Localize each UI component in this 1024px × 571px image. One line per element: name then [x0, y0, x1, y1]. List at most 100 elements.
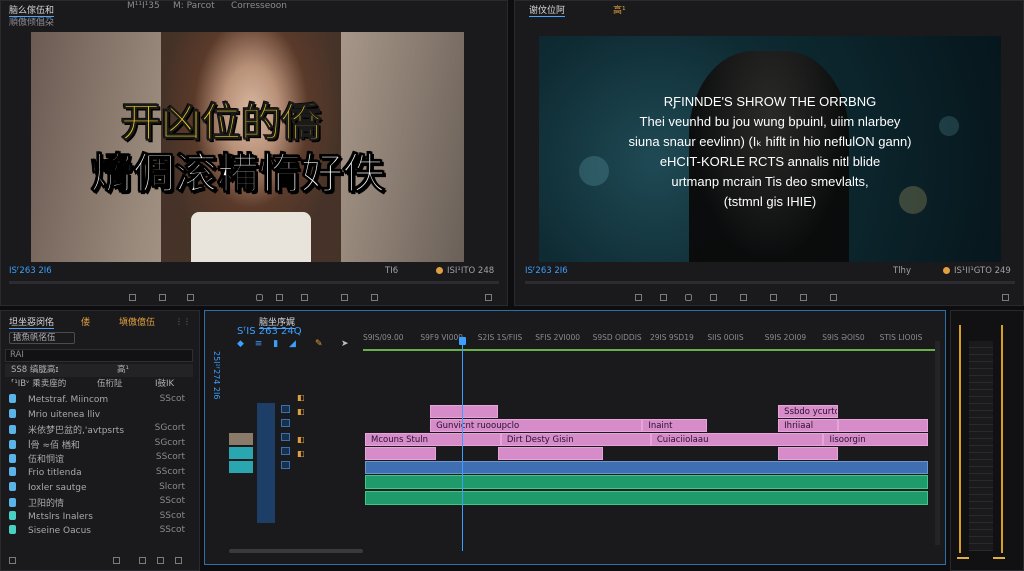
timeline-panel: 脑坐序娓 SᶠIS 263 24Q ◆ ≡ ▮ ◢ 25I²ᶠ274 2I6 ✎… [204, 310, 946, 565]
play-icon[interactable] [256, 294, 263, 301]
project-list-item[interactable]: Mrio uitenea lliv [9, 408, 195, 422]
project-folder-col: 伍桁阯 [97, 379, 123, 389]
track-eye-icon-4[interactable]: ◧ [297, 449, 305, 458]
source-tab-3[interactable]: M¹¹I¹35 [127, 1, 160, 11]
prog-play-icon[interactable] [685, 294, 692, 301]
insert-icon[interactable] [301, 294, 308, 301]
timeline-clip[interactable]: Dirt Desty Gisin [500, 433, 651, 446]
source-marker-dot [436, 267, 443, 274]
source-scrub-bar[interactable] [9, 281, 499, 284]
prog-mark-in-icon[interactable] [635, 294, 642, 301]
delete-icon[interactable] [175, 557, 182, 564]
source-tab-5[interactable]: Corresseoon [231, 1, 287, 11]
project-list-item[interactable]: 卫阳的情 SScot [9, 496, 195, 509]
wrench-icon[interactable]: ◢ [289, 339, 296, 349]
timeline-clip[interactable] [778, 447, 838, 460]
program-tab-2[interactable]: 高¹ [613, 3, 626, 16]
source-tab-2[interactable]: 順傲倾倡朶 [9, 15, 54, 28]
project-list-item[interactable]: 米依梦巴盆的,'avtpsrts SGcort [9, 423, 195, 436]
clip-type-icon [9, 408, 16, 418]
clip-type-icon [9, 525, 16, 535]
icon-view-icon[interactable] [113, 557, 120, 564]
ruler-tick-label: STIS LIO0IS [879, 333, 923, 342]
project-list-item[interactable]: Ioxler sautge Slcort [9, 481, 195, 495]
project-tab-1[interactable]: 坦坐惡闵佲 [9, 315, 55, 329]
program-scrub-bar[interactable] [525, 281, 1015, 284]
timeline-clip[interactable]: Ihriiaal [778, 419, 838, 432]
source-monitor-panel: 脑么傢伍和 順傲倾倡朶 M¹¹I¹35 M: Parcot Corresseoo… [0, 0, 508, 306]
new-bin-icon[interactable] [139, 557, 146, 564]
timeline-clip[interactable] [365, 447, 436, 460]
track-v1-lock[interactable] [281, 433, 290, 441]
razor-icon[interactable]: ✎ [315, 339, 323, 349]
project-header-col: 高¹ [117, 365, 129, 375]
mark-out-icon[interactable] [159, 294, 166, 301]
playhead[interactable] [462, 337, 463, 551]
timeline-clip[interactable] [498, 447, 603, 460]
timeline-scrollbar[interactable] [229, 549, 363, 553]
timeline-clip[interactable] [430, 405, 498, 418]
selection-icon[interactable]: ➤ [341, 339, 349, 349]
project-list-item[interactable]: Siseine Oacus SScot [9, 525, 195, 538]
settings-icon[interactable] [485, 294, 492, 301]
playhead-handle[interactable] [459, 337, 466, 345]
project-item-name: Ioxler sautge [28, 482, 87, 493]
list-view-icon[interactable] [9, 557, 16, 564]
project-list-item[interactable]: Mɛtslrs Inalers SScot [9, 510, 195, 524]
track-a1-lock[interactable] [281, 461, 290, 469]
prog-settings-icon[interactable] [1002, 294, 1009, 301]
track-eye-icon-3[interactable]: ◧ [297, 435, 305, 444]
timeline-clip[interactable]: Ssbdo ycurtoat [778, 405, 838, 418]
prog-step-forward-icon[interactable] [710, 294, 717, 301]
timeline-clip[interactable]: Iisoorgin [823, 433, 929, 446]
project-dropdown[interactable]: 搶魚帆佲伍 [9, 332, 75, 344]
overwrite-icon[interactable] [341, 294, 348, 301]
project-tab-2[interactable]: 偻 [81, 315, 90, 328]
clip-type-icon [9, 510, 16, 520]
project-list-item[interactable]: Frio titlenda SScort [9, 467, 195, 480]
new-item-icon[interactable] [157, 557, 164, 564]
program-tab-1[interactable]: 谢伩位阿 [529, 3, 566, 17]
source-tab-4[interactable]: M: Parcot [173, 1, 215, 11]
panel-menu-icon[interactable]: ⋮⋮ [175, 317, 191, 326]
prog-extract-icon[interactable] [770, 294, 777, 301]
project-search-input[interactable]: RAI [5, 349, 193, 362]
track-eye-icon-2[interactable]: ◧ [297, 407, 305, 416]
timeline-clip[interactable] [837, 419, 929, 432]
audio-clip-a2[interactable] [365, 491, 929, 505]
track-v2-lock[interactable] [281, 419, 290, 427]
project-folder-row[interactable]: ⸢¹IBᵛ 乘卖座的 伍桁阯 Ι鼓IK [5, 378, 193, 391]
timeline-timecode: SᶠIS 263 24Q [237, 326, 302, 337]
project-item-name: Metstraf. Miincom [28, 395, 109, 405]
project-tab-3[interactable]: 塡傲億伍 [119, 315, 155, 328]
source-zoom[interactable]: TI6 [385, 266, 398, 276]
prog-compare-icon[interactable] [830, 294, 837, 301]
track-v0-lock[interactable] [281, 447, 290, 455]
project-list-item[interactable]: 伍和恫谊 SScort [9, 452, 195, 465]
prog-export-icon[interactable] [800, 294, 807, 301]
snap-icon[interactable]: ◆ [237, 339, 244, 349]
project-item-count: SScot [159, 510, 185, 521]
mark-in-icon[interactable] [129, 294, 136, 301]
marker-icon[interactable]: ▮ [273, 339, 278, 349]
program-fit-label[interactable]: Tlhy [893, 266, 911, 276]
link-icon[interactable]: ≡ [255, 339, 263, 349]
track-v3-lock[interactable] [281, 405, 290, 413]
timeline-clip[interactable]: Inaint [642, 419, 708, 432]
project-list-item[interactable]: Metstraf. Miincom SScot [9, 394, 195, 407]
timeline-ruler[interactable]: S9IS/09.00 S9F9 VI009 S2IS 1S/FIIS SFIS 2VI… [363, 333, 937, 351]
prog-step-back-icon[interactable] [660, 294, 667, 301]
audio-clip-a1[interactable] [365, 475, 929, 489]
video-clip-track[interactable] [365, 461, 929, 474]
clip-type-icon [9, 481, 16, 491]
step-back-icon[interactable] [187, 294, 194, 301]
step-forward-icon[interactable] [276, 294, 283, 301]
timeline-vscroll[interactable] [935, 341, 940, 545]
prog-lift-icon[interactable] [740, 294, 747, 301]
timeline-clip[interactable]: Mcouns Stuln [365, 433, 501, 446]
ruler-tick-label: SFIS 2VI000 [535, 333, 581, 342]
project-list-item[interactable]: ꟾ骨 ≈佰 楢和 SGcort [9, 438, 195, 451]
export-frame-icon[interactable] [371, 294, 378, 301]
track-eye-icon-1[interactable]: ◧ [297, 393, 305, 402]
timeline-clip[interactable]: Cuiaciiolaau [650, 433, 824, 446]
